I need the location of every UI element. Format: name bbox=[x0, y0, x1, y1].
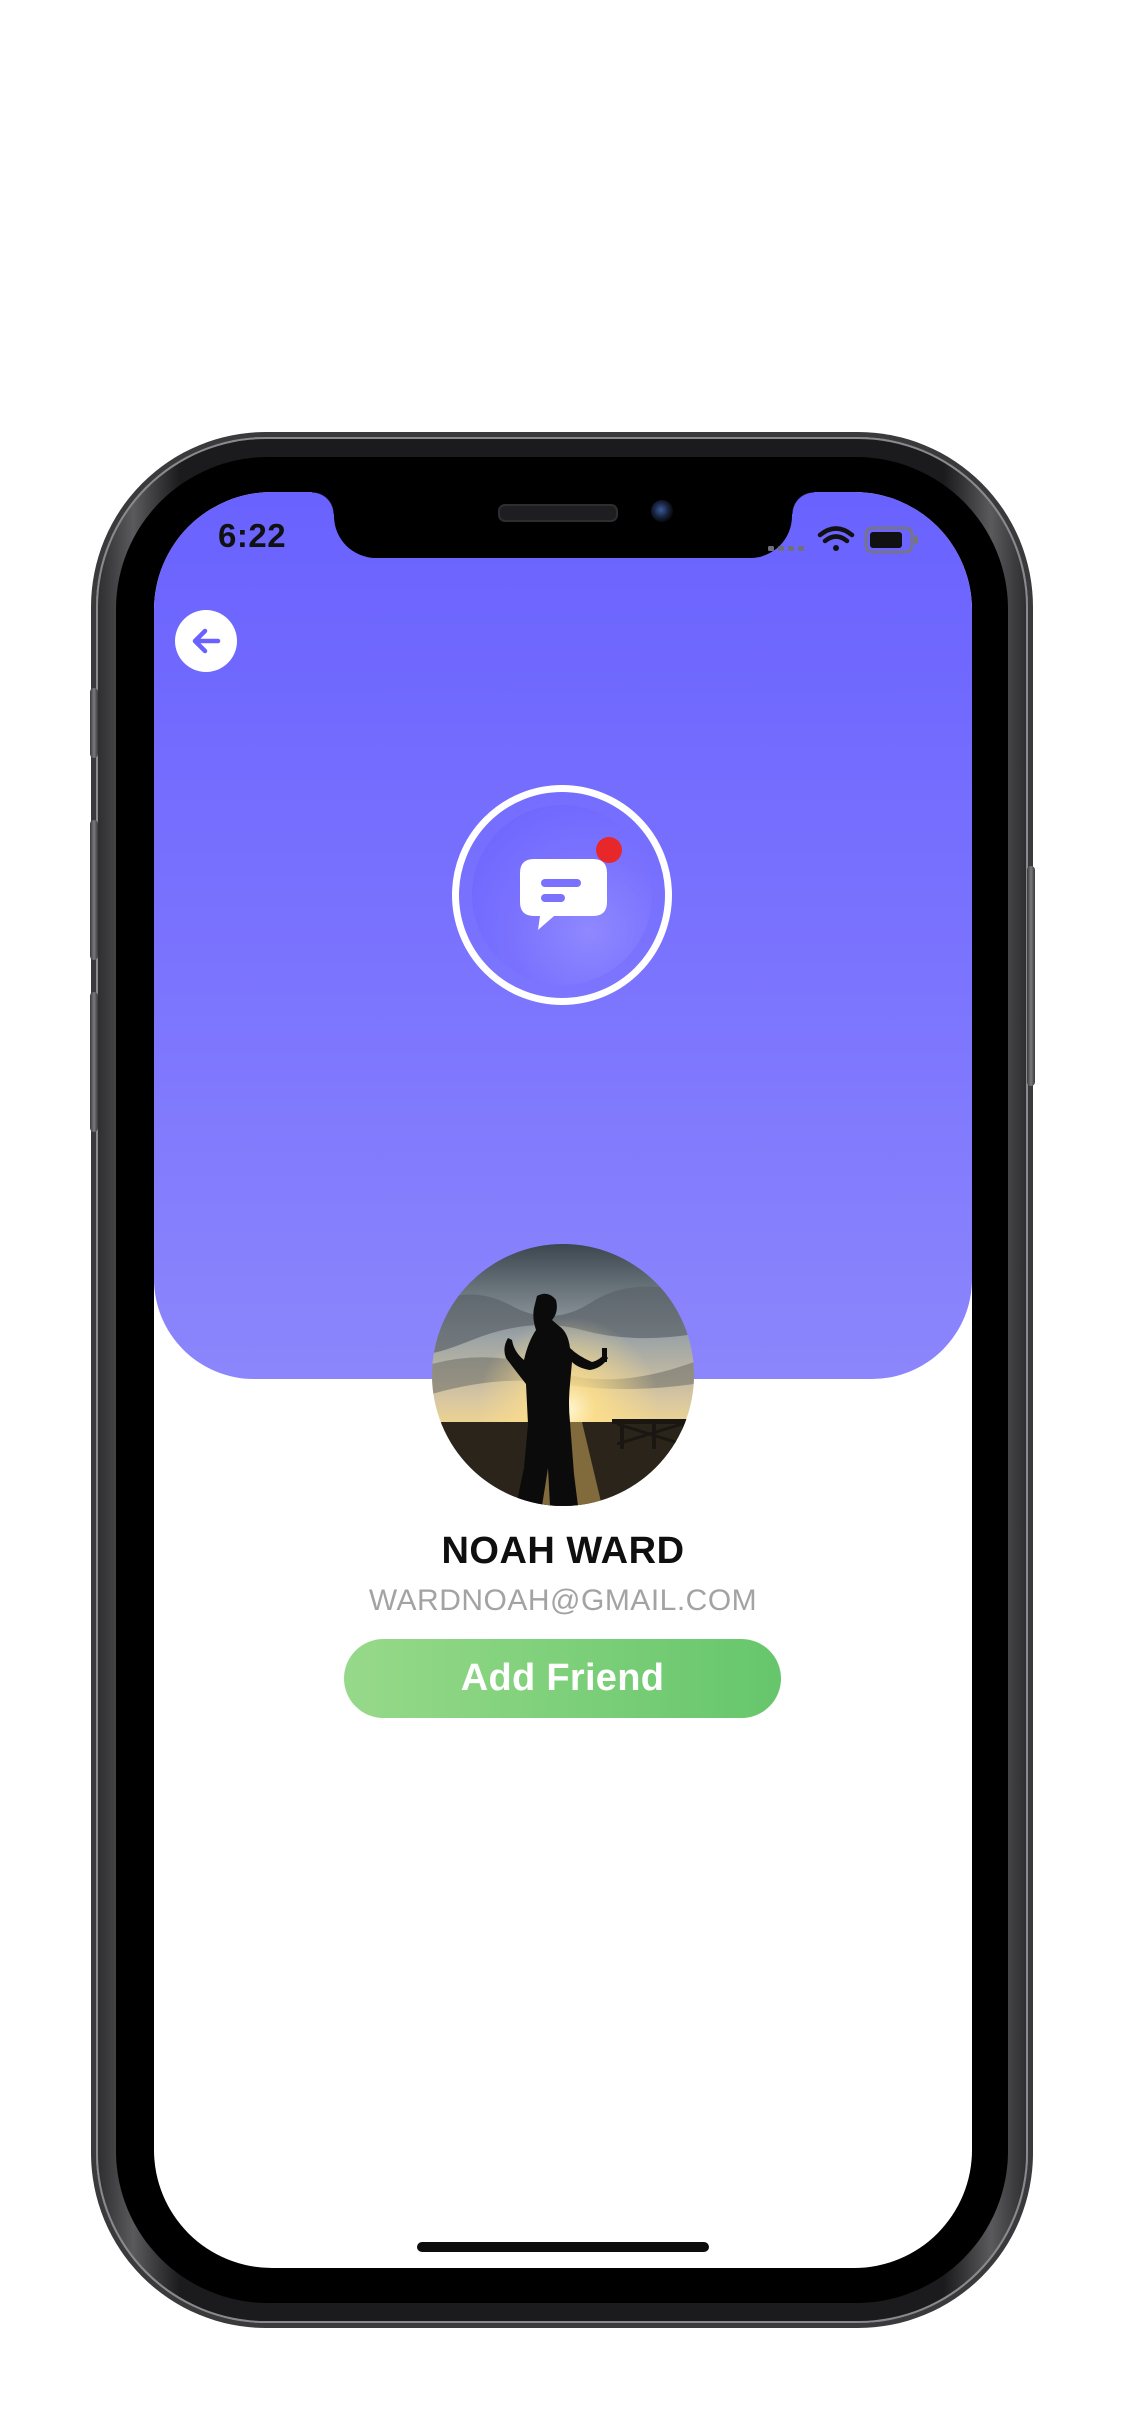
back-button[interactable] bbox=[175, 610, 237, 672]
notch bbox=[312, 492, 814, 558]
arrow-left-icon bbox=[192, 628, 221, 654]
add-friend-button[interactable]: Add Friend bbox=[344, 1639, 781, 1718]
front-camera bbox=[651, 500, 673, 522]
chat-bubble-icon bbox=[520, 859, 607, 930]
signal-icon bbox=[768, 546, 804, 551]
volume-down-button bbox=[90, 992, 98, 1132]
battery-icon bbox=[864, 526, 918, 554]
avatar bbox=[432, 1244, 694, 1506]
mute-switch bbox=[90, 688, 98, 758]
power-button bbox=[1027, 866, 1035, 1086]
notification-dot-icon bbox=[596, 837, 622, 863]
profile-email: WARDNOAH@GMAIL.COM bbox=[368, 1584, 758, 1617]
home-indicator[interactable] bbox=[417, 2242, 709, 2252]
chat-badge-inner bbox=[472, 805, 652, 985]
speaker-grille bbox=[498, 504, 618, 522]
volume-up-button bbox=[90, 820, 98, 960]
profile-name: NOAH WARD bbox=[441, 1530, 685, 1572]
canvas: 6:22 NOAH WARD WARDNOAH@GMAIL.COM Add Fr… bbox=[0, 0, 1125, 2436]
status-icons bbox=[768, 526, 918, 554]
chat-badge[interactable] bbox=[452, 785, 672, 1005]
wifi-icon bbox=[817, 526, 855, 551]
app-screen: 6:22 NOAH WARD WARDNOAH@GMAIL.COM Add Fr… bbox=[154, 492, 972, 2268]
status-time: 6:22 bbox=[218, 517, 287, 554]
